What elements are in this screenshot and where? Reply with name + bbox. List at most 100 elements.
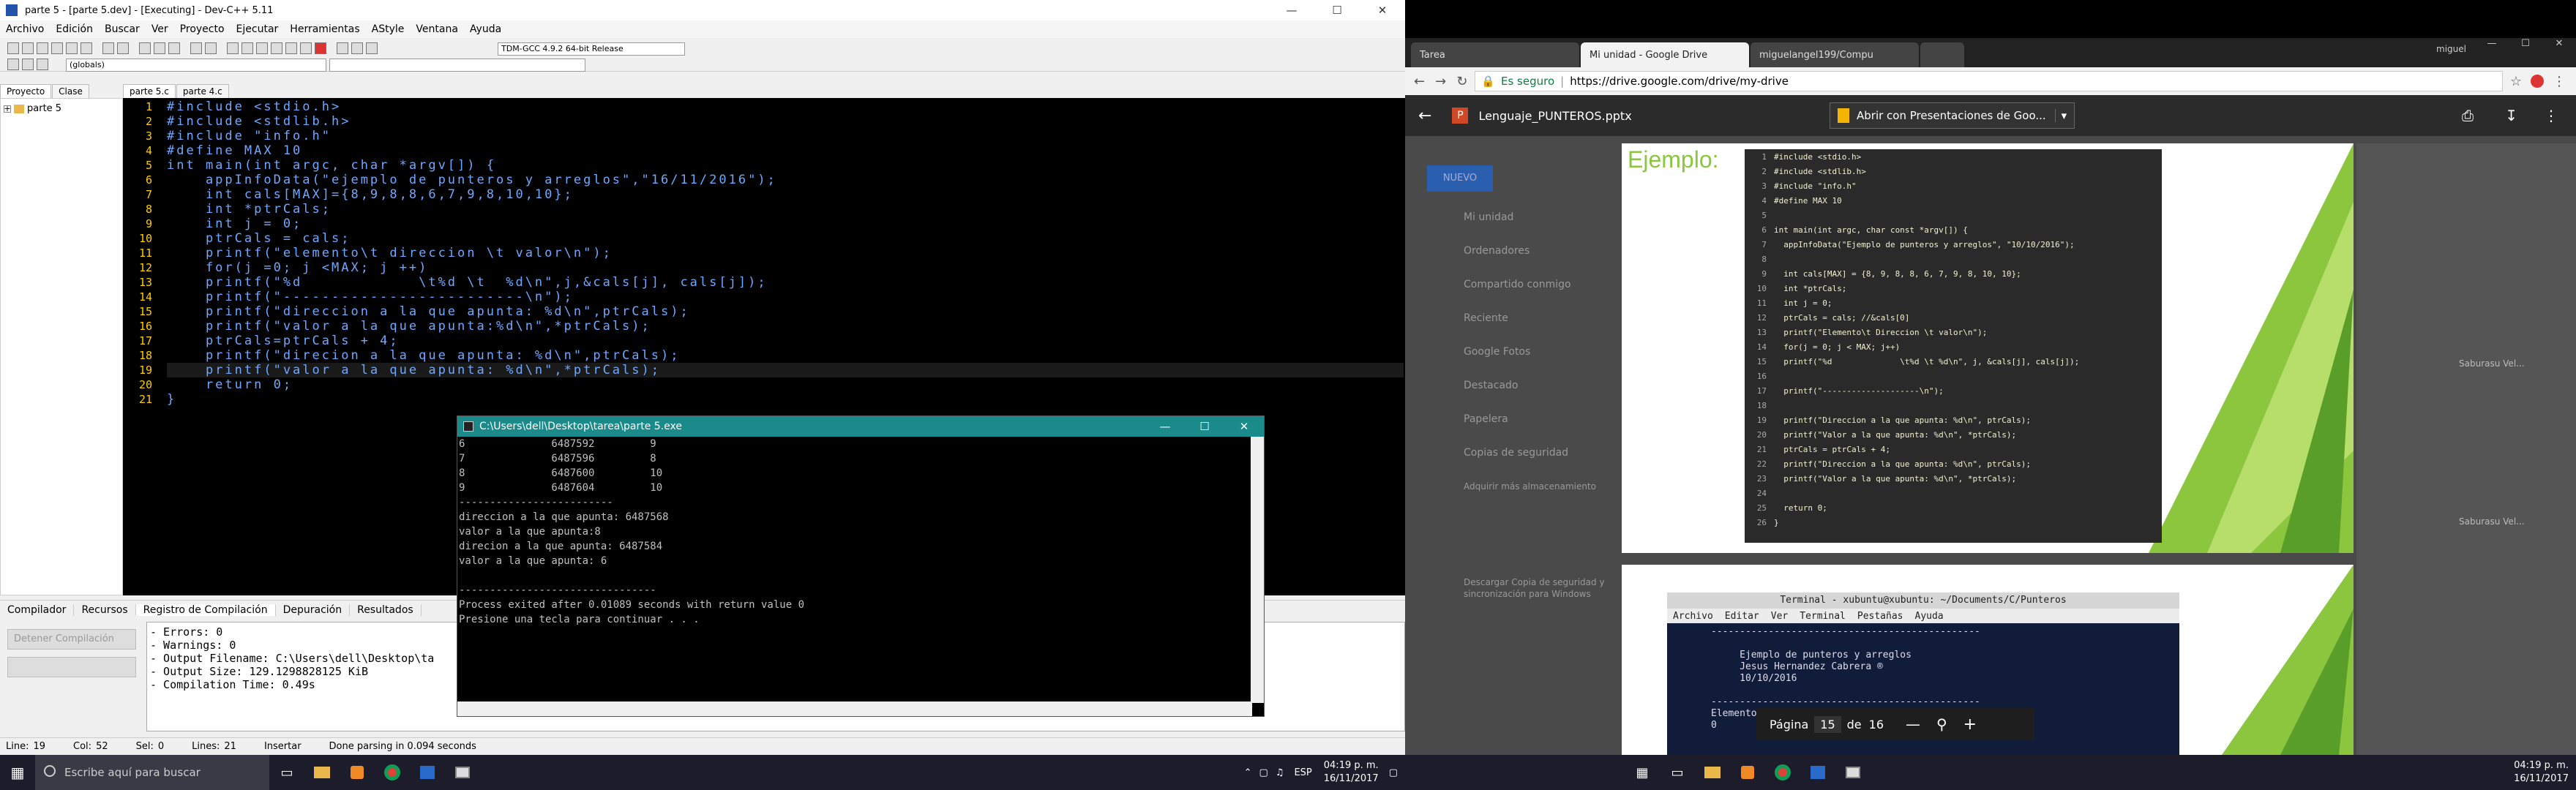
devcpp-taskbar-icon[interactable]: [410, 755, 445, 790]
download-icon[interactable]: ↧: [2505, 107, 2517, 124]
tab-file-parte4[interactable]: parte 4.c: [176, 84, 229, 98]
code-line[interactable]: printf("-------------------------\n");: [167, 290, 574, 304]
maximize-button[interactable]: ☐: [1314, 0, 1360, 20]
zoom-icon[interactable]: ⚲: [1936, 715, 1947, 733]
sidebar-item-descargar[interactable]: Descargar Copia de seguridad y sincroniz…: [1427, 576, 1617, 600]
redo-icon[interactable]: [117, 42, 129, 54]
sidebar-item-destacado[interactable]: Destacado: [1427, 369, 1617, 402]
windows-start-icon[interactable]: ▦: [1625, 755, 1660, 790]
code-line[interactable]: #include <stdlib.h>: [167, 114, 351, 129]
stop-compilation-button[interactable]: Detener Compilación: [7, 629, 136, 650]
debug-icon[interactable]: [285, 42, 297, 54]
network-icon[interactable]: ▢: [1259, 767, 1268, 778]
new-tab-button[interactable]: [1920, 42, 1964, 67]
chrome-maximize-button[interactable]: ☐: [2509, 38, 2542, 49]
code-line[interactable]: printf("%d \t%d \t %d\n",j,&cals[j], cal…: [167, 275, 768, 290]
file-explorer-icon[interactable]: [1695, 755, 1730, 790]
tab-registro-compilacion[interactable]: Registro de Compilación: [135, 603, 276, 616]
console-window[interactable]: C:\Users\dell\Desktop\tarea\parte 5.exe …: [457, 415, 1265, 717]
minimize-button[interactable]: —: [1269, 0, 1314, 20]
check-icon[interactable]: [300, 42, 312, 54]
print-icon[interactable]: ⎙: [2462, 107, 2474, 124]
save-all-icon[interactable]: [51, 42, 63, 54]
code-line[interactable]: }: [167, 392, 176, 407]
sidebar-item-compartido[interactable]: Compartido conmigo: [1427, 268, 1617, 301]
taskbar-search[interactable]: Escribe aquí para buscar: [35, 755, 269, 790]
menu-buscar[interactable]: Buscar: [99, 23, 146, 35]
save-icon[interactable]: [37, 42, 48, 54]
sidebar-item-mi-unidad[interactable]: Mi unidad: [1427, 200, 1617, 234]
code-line[interactable]: printf("valor a la que apunta:%d\n",*ptr…: [167, 319, 651, 334]
menu-ejecutar[interactable]: Ejecutar: [231, 23, 285, 35]
console-close-button[interactable]: ✕: [1224, 416, 1264, 437]
new-button[interactable]: NUEVO: [1427, 165, 1493, 192]
console-minimize-button[interactable]: —: [1145, 416, 1185, 437]
print-icon[interactable]: [80, 42, 92, 54]
tab-depuracion[interactable]: Depuración: [276, 603, 351, 616]
code-line[interactable]: #include "info.h": [167, 129, 332, 143]
new-file-icon[interactable]: [7, 42, 19, 54]
compile-run-icon[interactable]: [256, 42, 268, 54]
tab-resultados[interactable]: Resultados: [350, 603, 422, 616]
code-line[interactable]: return 0;: [167, 377, 293, 392]
code-line[interactable]: int main(int argc, char *argv[]) {: [167, 158, 496, 173]
chrome-profile-name[interactable]: miguel: [2436, 44, 2466, 54]
sidebar-item-papelera[interactable]: Papelera: [1427, 402, 1617, 436]
menu-herramientas[interactable]: Herramientas: [284, 23, 365, 35]
close-button[interactable]: ✕: [1360, 0, 1405, 20]
menu-astyle[interactable]: AStyle: [366, 23, 411, 35]
media-player-icon[interactable]: [1730, 755, 1765, 790]
compile-icon[interactable]: [227, 42, 239, 54]
rebuild-icon[interactable]: [271, 42, 282, 54]
project-tree-item[interactable]: + parte 5: [1, 99, 122, 118]
tray-chevron-icon[interactable]: ⌃: [1244, 767, 1252, 778]
chrome-menu-icon[interactable]: ⋮: [2553, 74, 2566, 89]
dropdown-icon[interactable]: ▾: [2054, 109, 2067, 122]
expand-icon[interactable]: +: [4, 104, 11, 113]
project-add-icon[interactable]: [205, 42, 217, 54]
goto-bookmark-icon[interactable]: [37, 59, 48, 70]
chrome-icon[interactable]: [375, 755, 410, 790]
forward-icon[interactable]: →: [1435, 74, 1446, 89]
code-line[interactable]: printf("elemento\t direccion \t valor\n"…: [167, 246, 613, 260]
sidebar-item-reciente[interactable]: Reciente: [1427, 301, 1617, 335]
run-icon[interactable]: [242, 42, 253, 54]
windows-start-icon[interactable]: ▦: [0, 755, 35, 790]
clock[interactable]: 04:19 p. m. 16/11/2017: [2514, 759, 2569, 786]
insert-icon[interactable]: [7, 59, 19, 70]
address-bar[interactable]: 🔒 Es seguro | https://drive.google.com/d…: [1475, 71, 2503, 91]
menu-ver[interactable]: Ver: [146, 23, 174, 35]
chrome-minimize-button[interactable]: —: [2475, 38, 2509, 49]
console-taskbar-icon[interactable]: [1835, 755, 1871, 790]
options-icon[interactable]: [366, 42, 378, 54]
sidebar-item-fotos[interactable]: Google Fotos: [1427, 335, 1617, 369]
clock[interactable]: 04:19 p. m. 16/11/2017: [1324, 759, 1379, 786]
code-line[interactable]: for(j =0; j <MAX; j ++): [167, 260, 428, 275]
project-new-icon[interactable]: [190, 42, 202, 54]
tab-compilador[interactable]: Compilador: [0, 603, 75, 616]
toggle-icon[interactable]: [22, 59, 34, 70]
find-icon[interactable]: [139, 42, 151, 54]
goto-icon[interactable]: [168, 42, 180, 54]
zoom-out-icon[interactable]: —: [1906, 715, 1920, 733]
open-with-button[interactable]: Abrir con Presentaciones de Goo... ▾: [1830, 102, 2075, 129]
adblock-icon[interactable]: [2531, 75, 2544, 88]
code-line[interactable]: appInfoData("ejemplo de punteros y arreg…: [167, 173, 777, 187]
code-line[interactable]: ptrCals = cals;: [167, 231, 351, 246]
file-explorer-icon[interactable]: [304, 755, 340, 790]
console-taskbar-icon[interactable]: [445, 755, 480, 790]
compiler-select[interactable]: TDM-GCC 4.9.2 64-bit Release: [498, 42, 685, 56]
more-options-icon[interactable]: ⋮: [2544, 107, 2558, 124]
open-icon[interactable]: [22, 42, 34, 54]
function-select[interactable]: [329, 59, 585, 72]
delete-profile-icon[interactable]: [351, 42, 363, 54]
tab-clase[interactable]: Clase: [52, 84, 89, 98]
menu-ventana[interactable]: Ventana: [410, 23, 464, 35]
replace-icon[interactable]: [154, 42, 165, 54]
zoom-in-icon[interactable]: +: [1963, 715, 1977, 734]
code-line[interactable]: printf("valor a la que apunta: %d\n",*pt…: [167, 363, 1404, 377]
code-line[interactable]: ptrCals=ptrCals + 4;: [167, 334, 400, 348]
reload-icon[interactable]: ↻: [1456, 74, 1467, 89]
viewer-back-icon[interactable]: ←: [1418, 107, 1431, 125]
tab-file-parte5[interactable]: parte 5.c: [123, 84, 176, 98]
